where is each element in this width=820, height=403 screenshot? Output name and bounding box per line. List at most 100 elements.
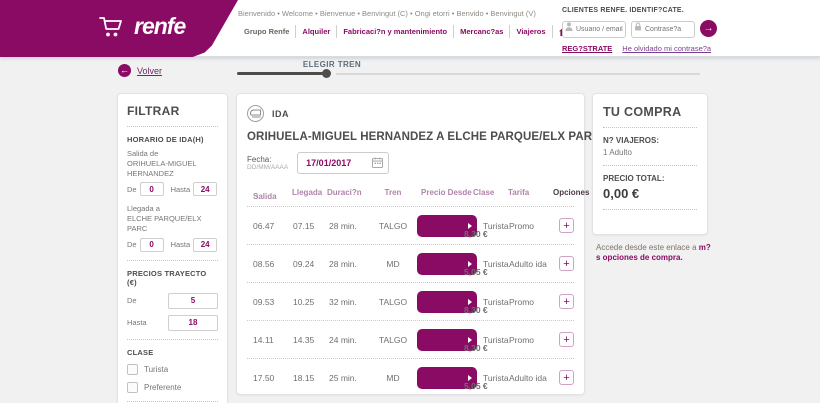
train-table-header: Salida Llegada Duraci?n Tren Precio Desd… <box>247 184 574 206</box>
progress-step-label: ELEGIR TREN <box>237 60 427 69</box>
header: renfe Bienvenido • Welcome • Bienvenue •… <box>0 0 820 57</box>
precio-total-label: PRECIO TOTAL: <box>603 174 697 183</box>
divider <box>127 401 218 402</box>
price-select-button[interactable]: 5,05 € <box>417 253 477 275</box>
hasta-label: Hasta <box>171 240 191 249</box>
add-options-button[interactable] <box>559 218 574 233</box>
cell-llegada: 18.15 <box>293 373 314 383</box>
price-arrow-icon <box>468 375 472 381</box>
cell-llegada: 09.24 <box>293 259 314 269</box>
divider <box>603 165 697 166</box>
cell-tarifa: Promo <box>509 221 534 231</box>
viajeros-value: 1 Adulto <box>603 148 697 157</box>
ida-label: IDA <box>272 109 289 119</box>
volver-link[interactable]: Volver <box>137 66 162 76</box>
add-options-button[interactable] <box>559 332 574 347</box>
filter-panel: FILTRAR HORARIO DE IDA(H) Salida de ORIH… <box>117 93 228 403</box>
cart-logo-icon <box>98 15 126 39</box>
header-brand-band: renfe <box>0 0 238 57</box>
turista-checkbox[interactable] <box>127 364 138 375</box>
cell-duracion: 24 min. <box>329 335 357 345</box>
horario-section-title: HORARIO DE IDA(H) <box>127 135 218 144</box>
de-label: De <box>127 185 137 194</box>
logo-wordmark: renfe <box>134 13 185 40</box>
price-select-button[interactable]: 8,30 € <box>417 291 477 313</box>
cell-tren: MD <box>373 259 413 269</box>
price-select-button[interactable]: 8,30 € <box>417 329 477 351</box>
divider <box>127 339 218 340</box>
train-table: Salida Llegada Duraci?n Tren Precio Desd… <box>247 184 574 396</box>
salida-hasta-input[interactable] <box>193 182 217 196</box>
col-llegada[interactable]: Llegada <box>292 188 322 197</box>
back-arrow-icon[interactable] <box>118 64 131 77</box>
renfe-logo[interactable]: renfe <box>98 13 185 40</box>
cell-tren: TALGO <box>373 297 413 307</box>
precio-de-input[interactable] <box>168 293 218 309</box>
hasta-label: Hasta <box>127 318 147 327</box>
cell-clase: Turista <box>483 221 509 231</box>
cell-salida: 08.56 <box>253 259 274 269</box>
table-row: 14.11 14.35 24 min. TALGO 8,30 € Turista… <box>247 320 574 358</box>
precios-section-title: PRECIOS TRAYECTO (€) <box>127 269 218 287</box>
col-tren[interactable]: Tren <box>373 188 413 197</box>
col-tarifa[interactable]: Tarifa <box>508 188 529 197</box>
purchase-panel: TU COMPRA N? VIAJEROS: 1 Adulto PRECIO T… <box>592 93 708 235</box>
price-select-button[interactable]: 5,05 € <box>417 367 477 389</box>
price-arrow-icon <box>468 337 472 343</box>
login-submit-button[interactable] <box>700 20 717 37</box>
route-title: ORIHUELA-MIGUEL HERNANDEZ A ELCHE PARQUE… <box>247 131 601 143</box>
cell-clase: Turista <box>483 259 509 269</box>
cell-tarifa: Adulto ida <box>509 259 547 269</box>
cell-duracion: 25 min. <box>329 373 357 383</box>
llegada-hasta-input[interactable] <box>193 238 217 252</box>
cell-clase: Turista <box>483 373 509 383</box>
add-options-button[interactable] <box>559 294 574 309</box>
col-clase[interactable]: Clase <box>473 188 494 197</box>
more-options-note: Accede desde este enlace a m?s opciones … <box>596 243 714 264</box>
add-options-button[interactable] <box>559 370 574 385</box>
cell-salida: 14.11 <box>253 335 274 345</box>
calendar-icon[interactable] <box>372 157 383 168</box>
nav-alquiler[interactable]: Alquiler <box>296 25 337 38</box>
train-icon <box>247 105 264 122</box>
divider <box>603 209 697 210</box>
col-precio-desde[interactable]: Precio Desde <box>421 188 472 197</box>
cell-llegada: 07.15 <box>293 221 314 231</box>
salida-de-input[interactable] <box>140 182 164 196</box>
cell-salida: 06.47 <box>253 221 274 231</box>
cell-llegada: 14.35 <box>293 335 314 345</box>
table-row: 06.47 07.15 28 min. TALGO 8,30 € Turista… <box>247 206 574 244</box>
divider <box>127 260 218 261</box>
train-table-body: 06.47 07.15 28 min. TALGO 8,30 € Turista… <box>247 206 574 396</box>
user-icon <box>565 22 573 31</box>
price-arrow-icon <box>468 261 472 267</box>
password-field-wrap <box>631 18 695 38</box>
price-select-button[interactable]: 8,30 € <box>417 215 477 237</box>
cell-clase: Turista <box>483 335 509 345</box>
turista-label: Turista <box>144 365 168 374</box>
price-arrow-icon <box>468 299 472 305</box>
precio-hasta-input[interactable] <box>168 315 218 331</box>
cell-tarifa: Promo <box>509 335 534 345</box>
nav-mercancias[interactable]: Mercanc?as <box>454 25 510 38</box>
forgot-password-link[interactable]: He olvidado mi contrase?a <box>622 44 711 53</box>
col-opciones: Opciones <box>553 188 589 197</box>
col-duracion[interactable]: Duraci?n <box>327 188 362 197</box>
filter-title: FILTRAR <box>127 104 218 118</box>
add-options-button[interactable] <box>559 256 574 271</box>
cell-tren: TALGO <box>373 221 413 231</box>
main-nav: Grupo Renfe Alquiler Fabricaci?n y mante… <box>238 25 575 38</box>
login-area: CLIENTES RENFE. IDENTIF?CATE. REG? <box>562 7 812 53</box>
progress-bar-dot <box>322 69 331 78</box>
cell-tarifa: Promo <box>509 297 534 307</box>
cell-salida: 09.53 <box>253 297 274 307</box>
nav-viajeros[interactable]: Viajeros <box>510 25 552 38</box>
cell-salida: 17.50 <box>253 373 274 383</box>
nav-grupo-renfe[interactable]: Grupo Renfe <box>238 25 296 38</box>
de-label: De <box>127 240 137 249</box>
welcome-line: Bienvenido • Welcome • Bienvenue • Benvi… <box>238 9 578 18</box>
register-link[interactable]: REG?STRATE <box>562 44 612 53</box>
nav-fabricacion[interactable]: Fabricaci?n y mantenimiento <box>337 25 454 38</box>
preferente-checkbox[interactable] <box>127 382 138 393</box>
llegada-de-input[interactable] <box>140 238 164 252</box>
